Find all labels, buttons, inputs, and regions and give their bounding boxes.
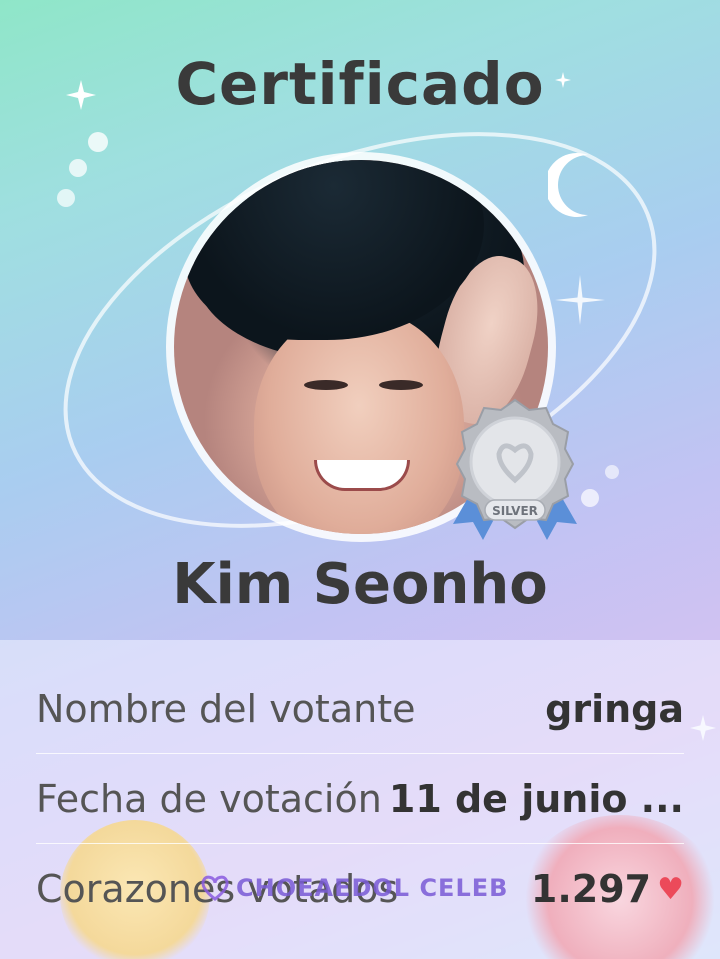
- certificate-title: Certificado: [175, 50, 545, 118]
- hearts-value: 1.297: [530, 867, 652, 911]
- voter-name-label: Nombre del votante: [36, 687, 416, 731]
- vote-date-row: Fecha de votación 11 de junio ...: [36, 755, 684, 844]
- artist-name: Kim Seonho: [172, 552, 548, 617]
- vote-date-label: Fecha de votación: [36, 777, 382, 821]
- logo-icon: [201, 875, 229, 901]
- sparkle-icon: [555, 275, 605, 325]
- moon-icon: [548, 153, 588, 217]
- watermark-text: CHOEAEDOL CELEB: [236, 874, 509, 902]
- hearts-value-group: 1.297 ♥: [531, 867, 684, 911]
- voter-name-value: gringa: [545, 687, 684, 731]
- vote-date-value: 11 de junio ...: [388, 777, 684, 821]
- heart-icon: ♥: [657, 871, 684, 907]
- watermark-logo: CHOEAEDOL CELEB: [200, 868, 508, 908]
- silver-medal-icon: SILVER: [453, 398, 577, 540]
- certificate-card: Certificado SILVER Kim Seonho Nombre del…: [0, 0, 720, 959]
- voter-name-row: Nombre del votante gringa: [36, 665, 684, 754]
- badge-label: SILVER: [492, 504, 538, 518]
